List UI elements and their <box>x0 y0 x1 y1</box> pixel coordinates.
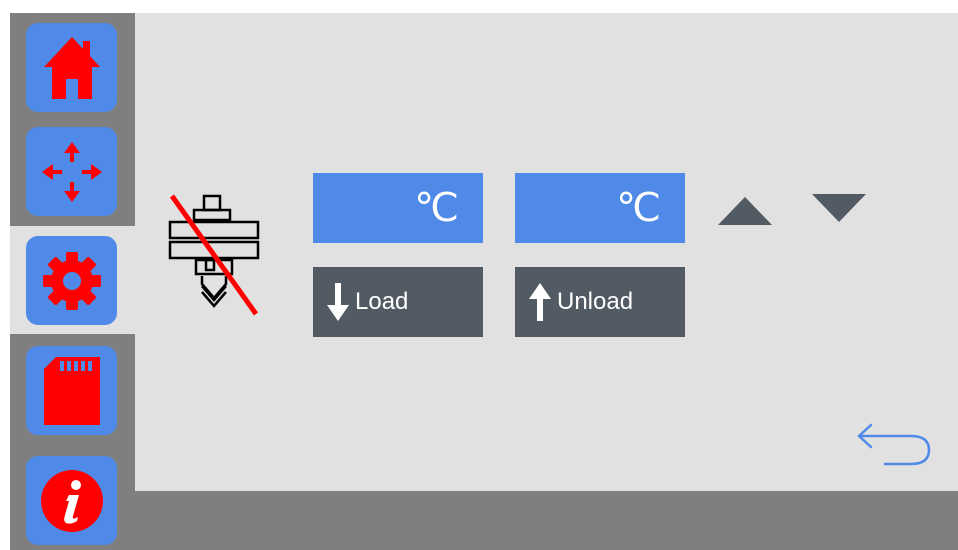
sidebar-item-settings[interactable] <box>26 236 117 325</box>
load-label: Load <box>355 288 409 315</box>
home-icon <box>43 36 100 99</box>
triangle-down-icon[interactable] <box>810 192 868 224</box>
extruder-disabled-icon <box>168 194 260 316</box>
sidebar-item-info[interactable] <box>26 456 117 545</box>
sidebar-item-home[interactable] <box>26 23 117 112</box>
info-icon <box>40 469 103 532</box>
back-arrow-icon[interactable] <box>855 420 935 470</box>
gear-icon <box>42 251 101 310</box>
sidebar-item-move[interactable] <box>26 127 117 216</box>
arrow-up-icon <box>529 283 551 321</box>
move-arrows-icon <box>41 141 102 202</box>
load-button[interactable]: Load <box>313 267 483 337</box>
sidebar-item-sd-card[interactable] <box>26 346 117 435</box>
temp-target-left[interactable]: ℃ <box>313 173 483 243</box>
temp-target-right[interactable]: ℃ <box>515 173 685 243</box>
arrow-down-icon <box>327 283 349 321</box>
unload-button[interactable]: Unload <box>515 267 685 337</box>
sd-card-icon <box>43 356 100 425</box>
unload-label: Unload <box>557 288 634 315</box>
triangle-up-icon[interactable] <box>716 195 774 227</box>
bottom-status-bar <box>135 491 958 550</box>
